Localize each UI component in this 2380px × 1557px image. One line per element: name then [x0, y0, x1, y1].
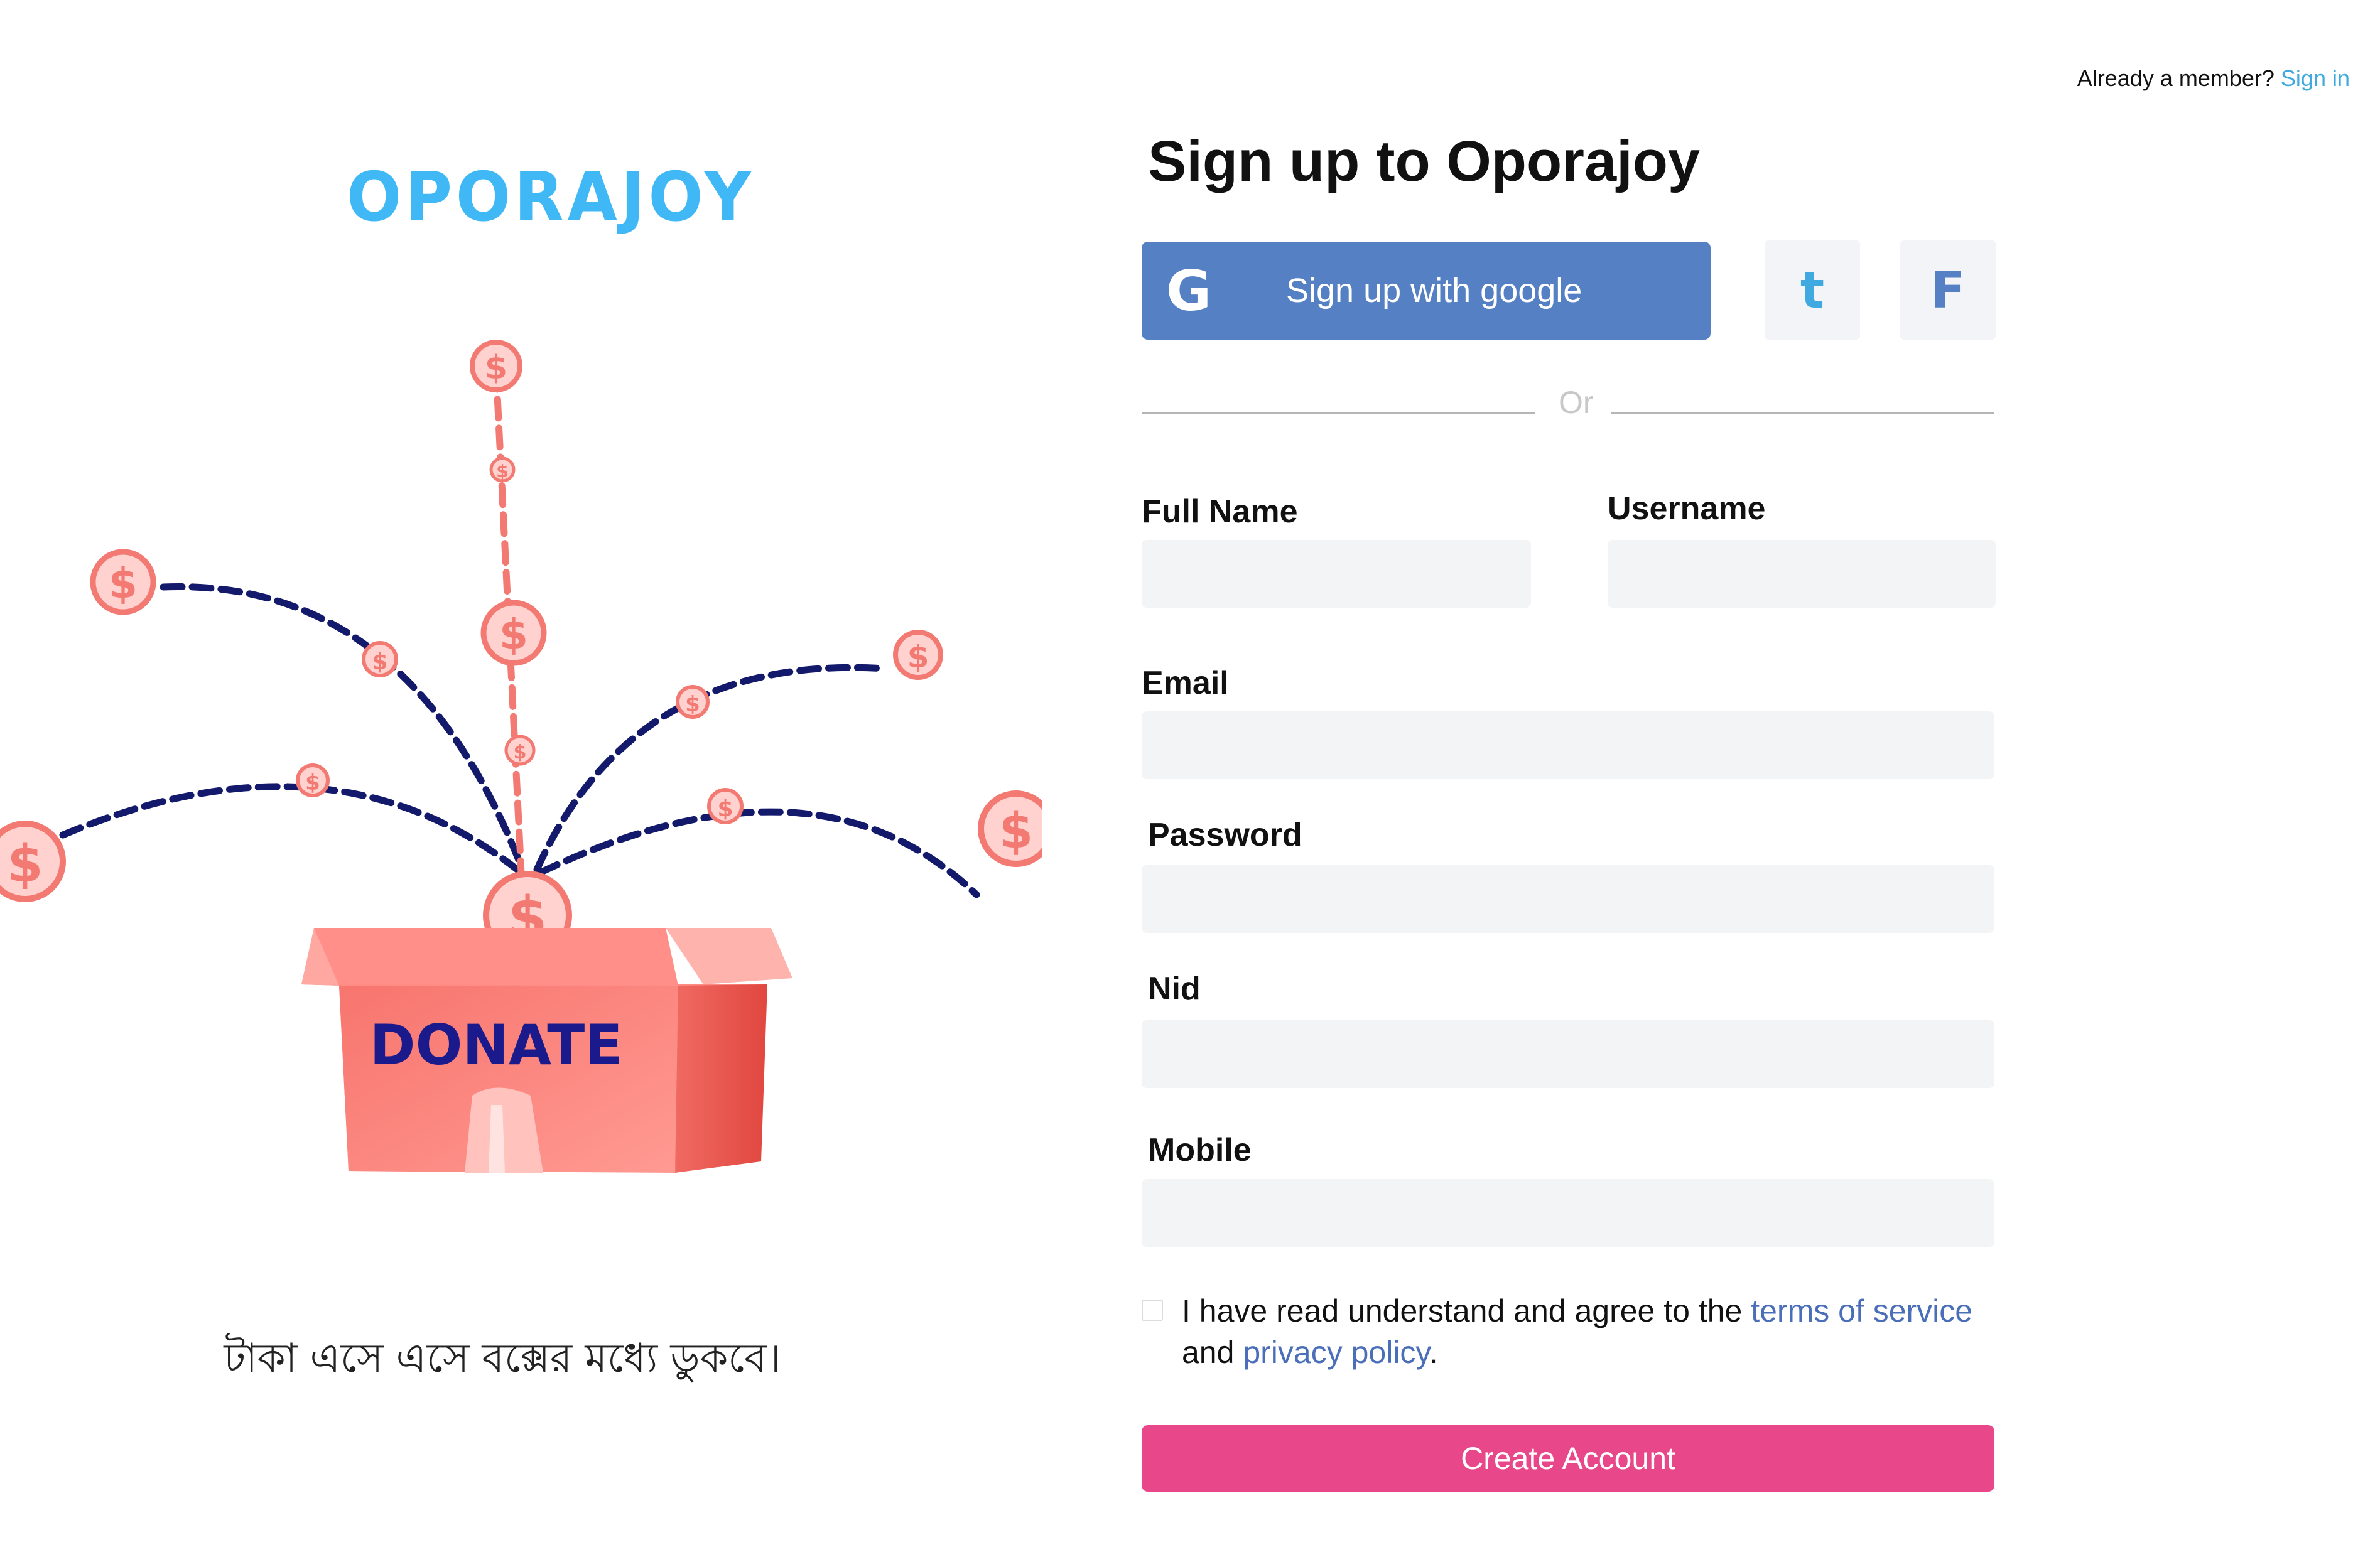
coin-icon: $: [296, 763, 330, 797]
svg-text:$: $: [499, 610, 528, 659]
brand-logo: OPORAJOY: [347, 158, 755, 237]
svg-text:$: $: [685, 692, 700, 717]
agree-text-before: I have read understand and agree to the: [1182, 1293, 1751, 1328]
twitter-icon[interactable]: t: [1765, 240, 1860, 340]
svg-text:$: $: [514, 741, 527, 763]
signin-prompt: Already a member? Sign in: [2077, 65, 2350, 92]
terms-of-service-link[interactable]: terms of service: [1751, 1293, 1972, 1328]
trail-left-lower: [59, 783, 525, 876]
coin-icon: $: [90, 549, 156, 615]
trail-left-upper: [160, 583, 525, 870]
trail-right-upper: [533, 664, 889, 873]
box-flap-right: [666, 928, 792, 984]
agree-text-after: .: [1429, 1335, 1438, 1370]
coin-icon: $: [480, 600, 547, 666]
mobile-input[interactable]: [1142, 1179, 1994, 1247]
svg-text:$: $: [717, 796, 733, 822]
svg-text:$: $: [305, 770, 320, 795]
or-separator: Or: [1559, 385, 1594, 420]
tagline: টাকা এসে এসে বক্সের মধ্যে ডুকবে।: [224, 1335, 781, 1382]
coin-icon: $: [489, 456, 516, 483]
email-label: Email: [1142, 665, 1229, 701]
svg-text:$: $: [485, 349, 507, 387]
svg-text:$: $: [372, 649, 387, 675]
mobile-label: Mobile: [1148, 1132, 1252, 1168]
nid-input[interactable]: [1142, 1020, 1994, 1088]
full-name-input[interactable]: [1142, 540, 1531, 608]
donation-box: DONATE: [301, 928, 792, 1173]
svg-text:$: $: [999, 803, 1033, 859]
coin-icon: $: [470, 340, 522, 392]
coin-icon: $: [676, 685, 710, 719]
facebook-icon[interactable]: F: [1900, 240, 1996, 340]
full-name-label: Full Name: [1142, 493, 1298, 530]
privacy-policy-link[interactable]: privacy policy: [1243, 1335, 1429, 1370]
password-input[interactable]: [1142, 865, 1994, 933]
password-label: Password: [1148, 817, 1302, 853]
svg-text:$: $: [907, 638, 929, 675]
agree-text-middle: and: [1182, 1335, 1243, 1370]
box-side: [675, 984, 767, 1173]
page-title: Sign up to Oporajoy: [1148, 129, 1701, 193]
coin-icon: $: [0, 821, 66, 902]
donation-illustration: $ $ $ $ $ $ $ $ $ $ $ $ $ DONATE: [0, 340, 1042, 1173]
agree-text: I have read understand and agree to the …: [1182, 1290, 2011, 1373]
box-flap-front: [301, 928, 678, 986]
signin-link[interactable]: Sign in: [2281, 65, 2350, 91]
google-signup-button[interactable]: G Sign up with google: [1142, 242, 1711, 340]
svg-text:$: $: [496, 461, 508, 482]
google-icon: G: [1166, 258, 1212, 323]
username-input[interactable]: [1608, 540, 1996, 608]
google-signup-label: Sign up with google: [1286, 272, 1582, 310]
svg-text:$: $: [109, 559, 138, 608]
nid-label: Nid: [1148, 971, 1201, 1007]
box-label: DONATE: [370, 1013, 623, 1077]
coin-icon: $: [707, 788, 744, 824]
trail-right-lower: [536, 808, 980, 898]
agree-checkbox[interactable]: [1142, 1300, 1163, 1321]
email-input[interactable]: [1142, 711, 1994, 779]
coin-icon: $: [893, 630, 943, 680]
coin-icon: $: [362, 641, 398, 677]
member-prompt-text: Already a member?: [2077, 65, 2275, 91]
divider-right: [1611, 412, 1994, 414]
create-account-button[interactable]: Create Account: [1142, 1425, 1994, 1492]
svg-text:$: $: [7, 834, 43, 894]
username-label: Username: [1608, 490, 1766, 527]
coin-icon: $: [978, 790, 1042, 867]
divider-left: [1142, 412, 1535, 414]
coin-icon: $: [504, 735, 536, 766]
